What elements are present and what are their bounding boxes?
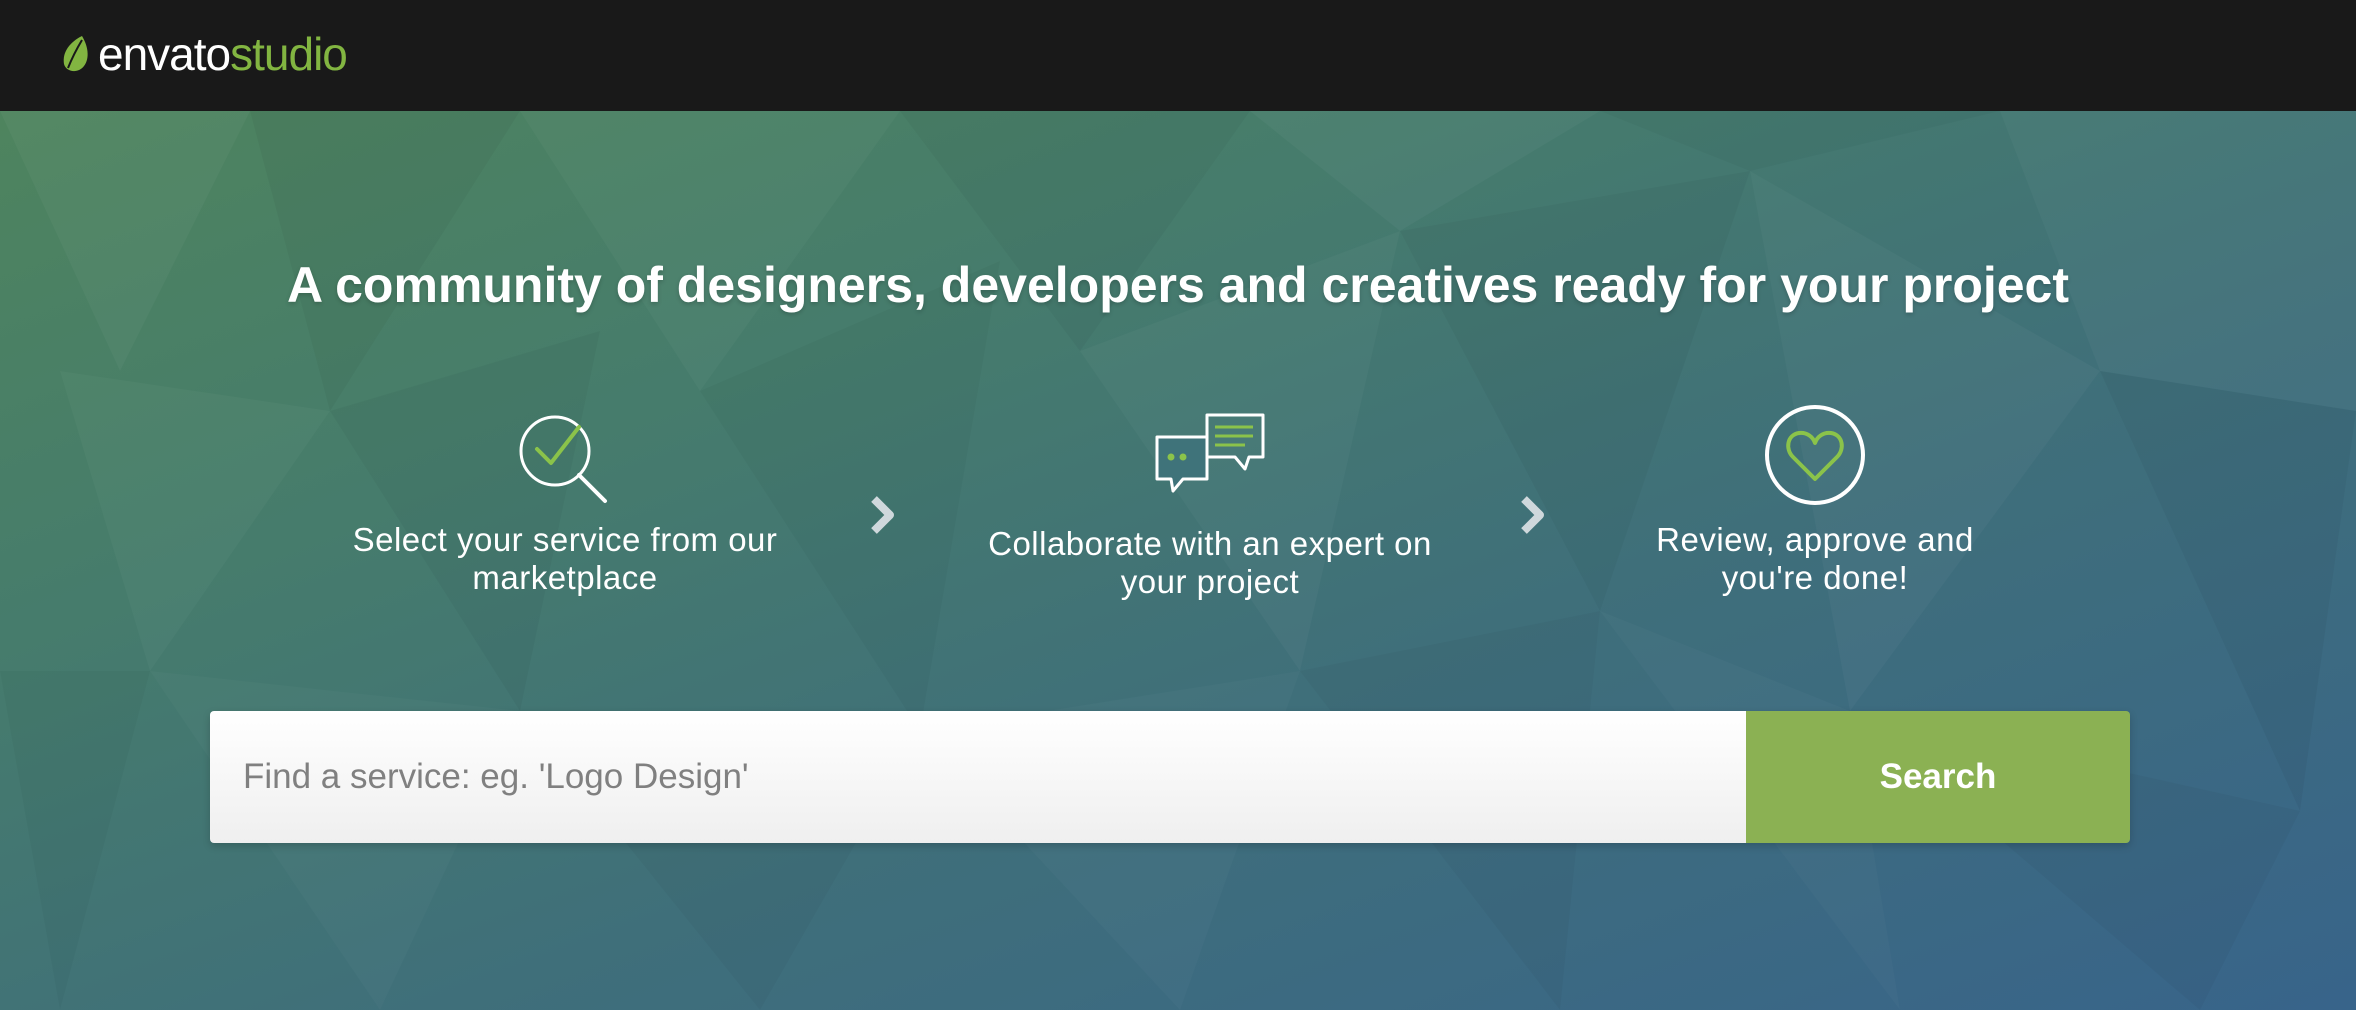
chevron-right-icon <box>871 496 894 534</box>
step-collaborate-text: Collaborate with an expert on your proje… <box>988 525 1432 600</box>
step-review-approve: Review, approve and you're done! <box>1620 403 2010 597</box>
search-button[interactable]: Search <box>1746 711 2130 843</box>
step-select-service: Select your service from our marketplace <box>330 411 800 597</box>
hero-section: A community of designers, developers and… <box>0 111 2356 1010</box>
leaf-icon <box>63 36 88 72</box>
step-select-service-text: Select your service from our marketplace <box>352 521 778 596</box>
step-review-approve-text: Review, approve and you're done! <box>1656 521 1974 596</box>
logo-text-envato: envato <box>98 28 231 80</box>
search-check-icon <box>519 415 607 503</box>
logo-text-studio: studio <box>230 28 348 80</box>
service-search-input[interactable] <box>210 711 1746 843</box>
service-search-bar: Search <box>210 711 2130 843</box>
top-bar: envato studio <box>0 0 2356 111</box>
heart-circle-icon <box>1765 405 1865 505</box>
envato-studio-logo[interactable]: envato studio <box>60 24 348 84</box>
chat-bubbles-icon <box>1155 413 1265 493</box>
hero-headline: A community of designers, developers and… <box>286 257 2070 313</box>
chevron-right-icon <box>1521 496 1544 534</box>
step-collaborate: Collaborate with an expert on your proje… <box>960 411 1460 601</box>
